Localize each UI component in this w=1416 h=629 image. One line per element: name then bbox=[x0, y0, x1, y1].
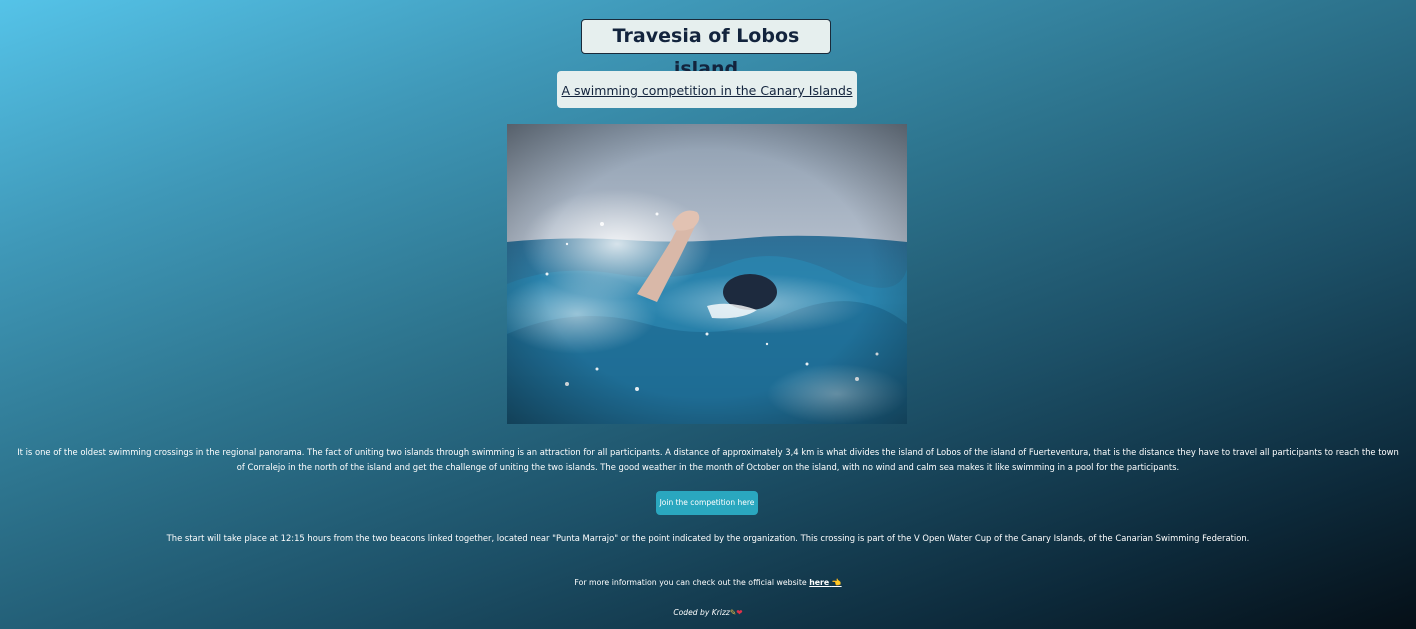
heart-icon: ❤ bbox=[736, 608, 743, 617]
more-info-text: For more information you can check out t… bbox=[16, 576, 1400, 590]
start-info-text: The start will take place at 12:15 hours… bbox=[166, 533, 1250, 543]
credit-text: Coded by Krizz bbox=[673, 608, 730, 617]
more-info-prefix: For more information you can check out t… bbox=[574, 578, 810, 587]
page: Travesia of Lobos island A swimming comp… bbox=[0, 0, 1416, 629]
join-competition-button[interactable]: Join the competition here bbox=[656, 491, 758, 515]
competition-description: It is one of the oldest swimming crossin… bbox=[17, 447, 1399, 472]
page-title: Travesia of Lobos island bbox=[581, 19, 831, 80]
footer-credit: Coded by Krizz✎❤ bbox=[16, 606, 1400, 620]
subtitle-link[interactable]: A swimming competition in the Canary Isl… bbox=[561, 83, 852, 98]
hero-image bbox=[507, 124, 907, 424]
official-website-link[interactable]: here 👈 bbox=[809, 578, 841, 587]
pointing-hand-icon: 👈 bbox=[831, 578, 842, 587]
official-website-link-label: here bbox=[809, 578, 830, 587]
swimmer-photo bbox=[507, 124, 907, 424]
subtitle-box: A swimming competition in the Canary Isl… bbox=[557, 71, 857, 108]
